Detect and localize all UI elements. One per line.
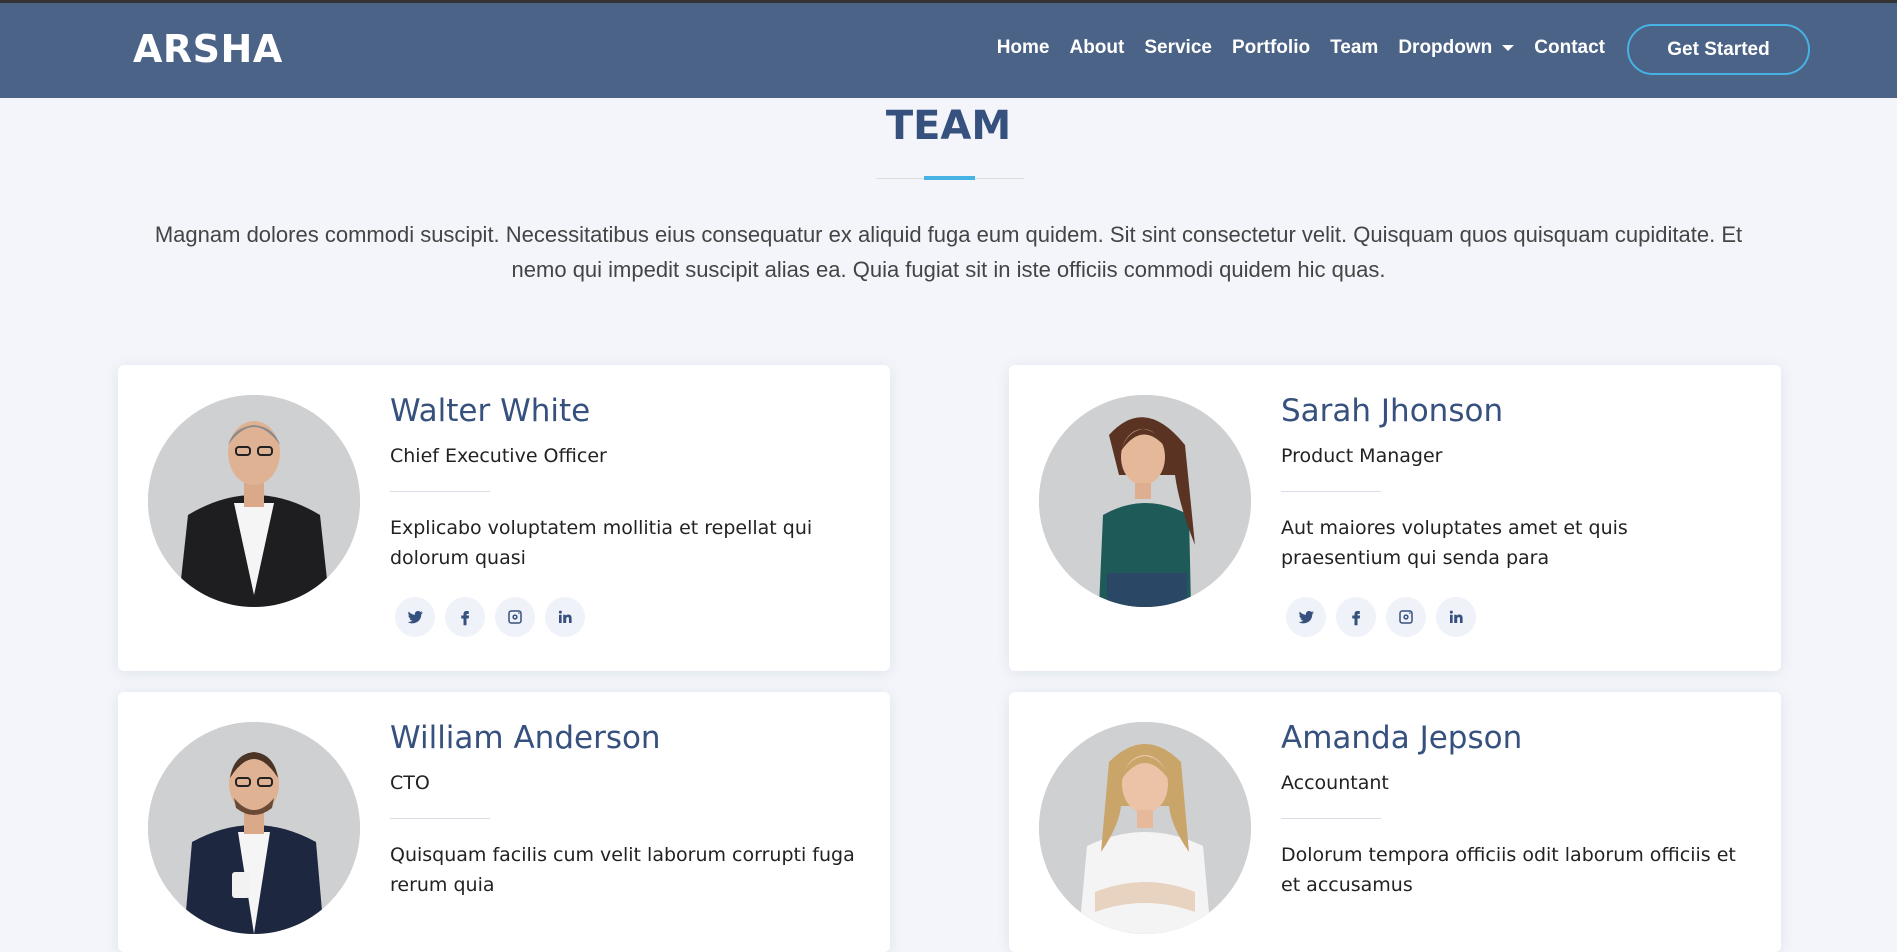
- facebook-icon[interactable]: [1336, 597, 1376, 637]
- avatar: [1039, 395, 1251, 607]
- avatar: [148, 722, 360, 934]
- site-header: ARSHA Home About Service Portfolio Team …: [0, 3, 1897, 98]
- nav-portfolio[interactable]: Portfolio: [1222, 37, 1320, 59]
- twitter-icon[interactable]: [1286, 597, 1326, 637]
- member-divider: [1281, 818, 1381, 819]
- member-role: Chief Executive Officer: [390, 445, 607, 467]
- social-links: [1286, 597, 1476, 637]
- nav-dropdown[interactable]: Dropdown: [1388, 37, 1524, 59]
- linkedin-icon[interactable]: [1436, 597, 1476, 637]
- member-name: Amanda Jepson: [1281, 720, 1523, 756]
- team-card: Sarah Jhonson Product Manager Aut maiore…: [1009, 365, 1781, 671]
- member-role: CTO: [390, 772, 430, 794]
- member-role: Product Manager: [1281, 445, 1443, 467]
- facebook-icon[interactable]: [445, 597, 485, 637]
- main-nav: Home About Service Portfolio Team Dropdo…: [987, 37, 1615, 59]
- member-divider: [1281, 491, 1381, 492]
- member-bio: Aut maiores voluptates amet et quis prae…: [1281, 517, 1628, 569]
- title-divider-accent: [924, 176, 975, 180]
- chevron-down-icon: [1502, 45, 1515, 51]
- section-title: TEAM: [885, 103, 1012, 149]
- twitter-icon[interactable]: [395, 597, 435, 637]
- nav-about[interactable]: About: [1059, 37, 1134, 59]
- nav-home[interactable]: Home: [987, 37, 1060, 59]
- avatar: [148, 395, 360, 607]
- section-description: Magnam dolores commodi suscipit. Necessi…: [154, 222, 1743, 282]
- member-role: Accountant: [1281, 772, 1389, 794]
- nav-team[interactable]: Team: [1320, 37, 1388, 59]
- member-divider: [390, 491, 490, 492]
- member-bio: Dolorum tempora officiis odit laborum of…: [1281, 844, 1736, 896]
- team-card: William Anderson CTO Quisquam facilis cu…: [118, 692, 890, 952]
- linkedin-icon[interactable]: [545, 597, 585, 637]
- nav-contact[interactable]: Contact: [1524, 37, 1615, 59]
- nav-service[interactable]: Service: [1134, 37, 1222, 59]
- instagram-icon[interactable]: [495, 597, 535, 637]
- site-logo[interactable]: ARSHA: [133, 27, 283, 71]
- get-started-button[interactable]: Get Started: [1627, 24, 1810, 75]
- member-name: Sarah Jhonson: [1281, 393, 1504, 429]
- member-divider: [390, 818, 490, 819]
- instagram-icon[interactable]: [1386, 597, 1426, 637]
- nav-dropdown-label: Dropdown: [1398, 37, 1493, 58]
- team-card: Walter White Chief Executive Officer Exp…: [118, 365, 890, 671]
- member-name: Walter White: [390, 393, 591, 429]
- social-links: [395, 597, 585, 637]
- team-card: Amanda Jepson Accountant Dolorum tempora…: [1009, 692, 1781, 952]
- member-bio: Explicabo voluptatem mollitia et repella…: [390, 517, 813, 569]
- member-bio: Quisquam facilis cum velit laborum corru…: [390, 844, 855, 896]
- member-name: William Anderson: [390, 720, 661, 756]
- avatar: [1039, 722, 1251, 934]
